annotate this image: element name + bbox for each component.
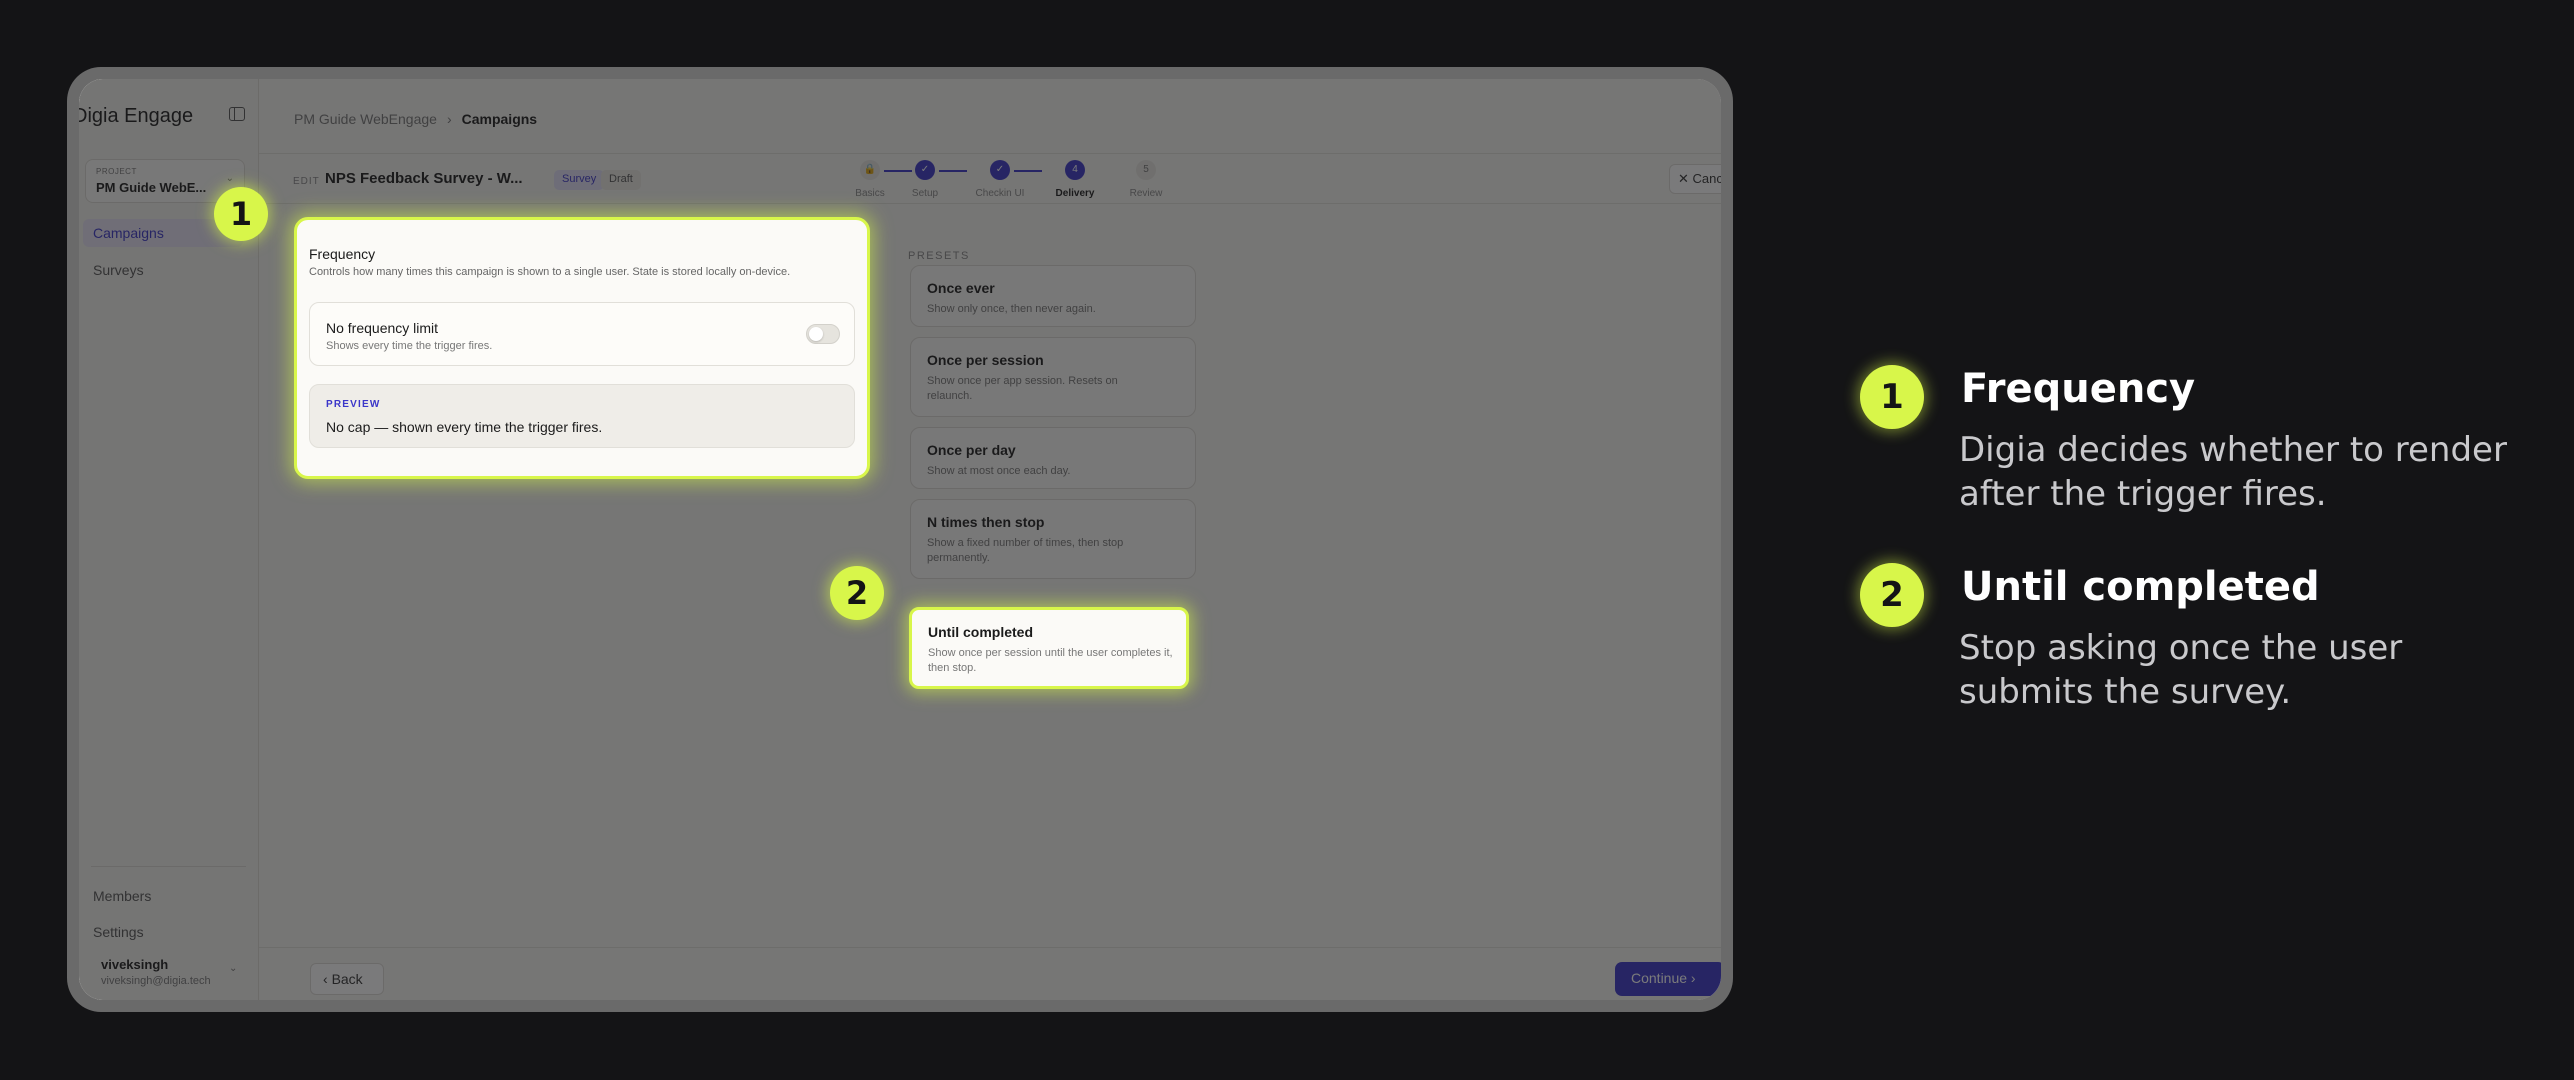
preset-title: N times then stop <box>927 514 1045 530</box>
preset-title: Once per session <box>927 352 1044 368</box>
presets-label: PRESETS <box>908 250 970 262</box>
preset-description: Show a fixed number of times, then stop … <box>927 537 1124 564</box>
preset-description: Show only once, then never again. <box>927 303 1096 315</box>
campaign-title: NPS Feedback Survey - W... <box>325 170 523 187</box>
frequency-description: Controls how many times this campaign is… <box>309 266 791 278</box>
user-email: viveksingh@digia.tech <box>101 975 211 987</box>
legend-title-2: Until completed <box>1961 564 2320 610</box>
preview-text: No cap — shown every time the trigger fi… <box>326 419 603 435</box>
step-connector <box>939 170 967 172</box>
preview-box: PREVIEW No cap — shown every time the tr… <box>309 384 855 448</box>
user-name: viveksingh <box>101 957 169 972</box>
sidebar-collapse-icon[interactable] <box>229 107 245 121</box>
continue-button[interactable]: Continue › <box>1615 962 1721 996</box>
step-label: Review <box>1129 188 1163 199</box>
cancel-button[interactable]: ✕ Cancel <box>1669 164 1721 194</box>
legend-badge-1: 1 <box>1860 365 1924 429</box>
legend-badge-2: 2 <box>1860 563 1924 627</box>
callout-badge-2: 2 <box>830 566 884 620</box>
step-review[interactable]: 5 <box>1136 160 1156 180</box>
app-screen: Digia Engage PROJECT PM Guide WebE... ⌄ … <box>79 79 1721 1000</box>
step-label: Checkin UI <box>975 188 1025 199</box>
chevron-down-icon: ⌄ <box>225 173 234 184</box>
preset-once-per-session[interactable]: Once per session Show once per app sessi… <box>910 337 1196 417</box>
sidebar-item-settings[interactable]: Settings <box>83 918 243 946</box>
step-connector <box>884 170 912 172</box>
sidebar-item-surveys[interactable]: Surveys <box>83 256 243 284</box>
user-menu-chevron-icon[interactable]: ⌄ <box>229 963 237 974</box>
preset-description: Show at most once each day. <box>927 465 1071 477</box>
preset-description: Show once per session until the user com… <box>928 647 1173 674</box>
step-label: Basics <box>855 188 885 199</box>
preview-label: PREVIEW <box>326 399 381 410</box>
header-divider <box>259 153 1721 154</box>
close-icon: ✕ <box>1678 171 1693 186</box>
footer-divider <box>259 947 1721 948</box>
preset-until-completed[interactable]: Until completed Show once per session un… <box>909 607 1189 689</box>
cancel-label: Cancel <box>1692 171 1721 186</box>
step-delivery[interactable]: 4 <box>1065 160 1085 180</box>
type-badge: Survey <box>554 170 605 190</box>
preset-once-per-day[interactable]: Once per day Show at most once each day. <box>910 427 1196 489</box>
brand-logo: Digia Engage <box>79 105 194 127</box>
subheader-divider <box>259 203 1721 204</box>
breadcrumb-root[interactable]: PM Guide WebEngage <box>294 111 437 127</box>
breadcrumb-current: Campaigns <box>461 111 538 127</box>
back-label: Back <box>331 971 363 987</box>
step-setup-check-icon[interactable]: ✓ <box>915 160 935 180</box>
legend-description-1: Digia decides whether to render after th… <box>1959 430 2507 514</box>
continue-label: Continue <box>1631 970 1688 986</box>
no-frequency-limit-row[interactable]: No frequency limit Shows every time the … <box>309 302 855 366</box>
chevron-right-icon: › <box>446 111 452 127</box>
step-connector <box>1014 170 1042 172</box>
preset-title: Until completed <box>928 624 1034 640</box>
project-label: PROJECT <box>96 167 137 176</box>
step-label: Delivery <box>1055 188 1095 199</box>
step-label: Setup <box>911 188 939 199</box>
preset-title: Once ever <box>927 280 995 296</box>
back-button[interactable]: ‹ Back <box>310 963 384 995</box>
frequency-card: Frequency Controls how many times this c… <box>294 217 870 479</box>
frequency-title: Frequency <box>309 246 376 262</box>
device-frame: Digia Engage PROJECT PM Guide WebE... ⌄ … <box>67 67 1733 1012</box>
no-limit-toggle[interactable] <box>806 324 840 344</box>
toggle-knob <box>809 327 823 341</box>
step-basics-lock-icon[interactable]: 🔒 <box>860 160 880 180</box>
callout-badge-1: 1 <box>214 187 268 241</box>
chevron-right-icon: › <box>1687 970 1696 986</box>
no-limit-title: No frequency limit <box>326 320 439 336</box>
chevron-left-icon: ‹ <box>323 971 332 987</box>
legend-description-2: Stop asking once the user submits the su… <box>1959 628 2403 712</box>
sidebar-divider <box>91 866 246 867</box>
preset-title: Once per day <box>927 442 1016 458</box>
no-limit-description: Shows every time the trigger fires. <box>326 340 493 352</box>
edit-label: EDIT <box>293 176 320 187</box>
project-name: PM Guide WebE... <box>96 180 207 195</box>
sidebar-item-members[interactable]: Members <box>83 882 243 910</box>
status-badge: Draft <box>601 170 641 190</box>
legend-title-1: Frequency <box>1961 366 2196 412</box>
breadcrumb: PM Guide WebEngage › Campaigns <box>294 111 537 127</box>
step-checkin-check-icon[interactable]: ✓ <box>990 160 1010 180</box>
preset-n-times-then-stop[interactable]: N times then stop Show a fixed number of… <box>910 499 1196 579</box>
preset-once-ever[interactable]: Once ever Show only once, then never aga… <box>910 265 1196 327</box>
preset-description: Show once per app session. Resets on rel… <box>927 375 1118 402</box>
